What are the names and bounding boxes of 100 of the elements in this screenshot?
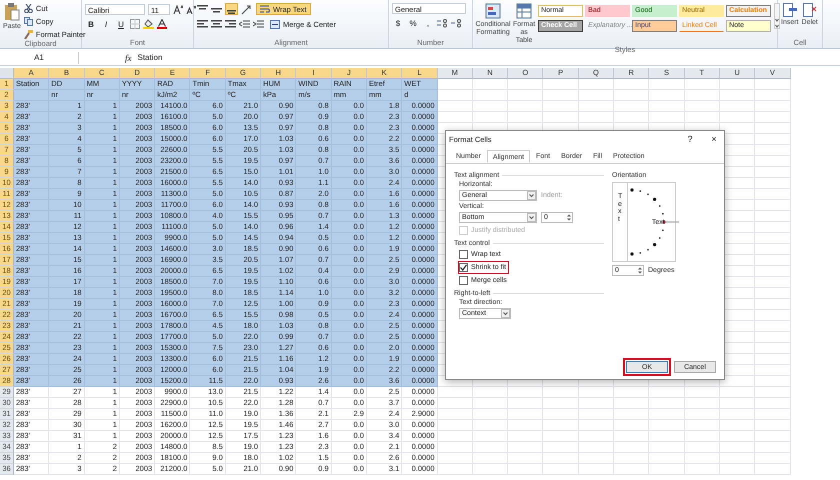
name-box[interactable]: A1 [0,52,79,64]
empty-cell [438,453,473,464]
empty-cell [472,387,508,398]
empty-cell [684,431,720,442]
empty-cell [720,112,756,123]
empty-cell [614,387,650,398]
checkbox[interactable] [459,263,468,272]
text-angle-icon[interactable] [241,4,253,14]
empty-cell [614,442,650,453]
empty-cell [684,442,720,453]
empty-cell [472,420,508,431]
scissors-icon [24,4,33,12]
italic-button[interactable]: I [100,18,112,30]
empty-cell [755,90,791,101]
empty-cell [543,431,579,442]
empty-cell [508,420,544,431]
empty-cell [755,277,791,288]
decrease-indent-icon[interactable] [239,18,250,30]
empty-cell [755,233,791,244]
empty-cell [614,90,650,101]
grow-font-icon[interactable] [173,4,183,14]
empty-cell [472,464,508,475]
empty-cell [720,464,756,475]
help-button[interactable]: ? [683,134,697,144]
align-left-icon[interactable] [197,18,208,30]
checkmark-icon [460,264,467,271]
empty-cell [684,420,720,431]
formula-field[interactable]: Station [138,52,840,64]
empty-cell [755,453,791,464]
empty-cell [755,145,791,156]
spinner-arrows-icon [637,266,643,275]
empty-cell [755,189,791,200]
shrink-font-icon[interactable] [186,4,196,14]
empty-cell [755,398,791,409]
empty-cell [508,464,544,475]
empty-cell [649,420,685,431]
empty-cell [614,431,650,442]
empty-cell [508,90,544,101]
align-center-icon[interactable] [211,18,222,30]
delete-rows-icon [802,3,817,17]
function-label[interactable]: fx [125,53,132,63]
empty-cell [755,409,791,420]
comma-button[interactable]: , [422,18,434,28]
dropdown-arrow-icon [527,191,536,200]
empty-cell [543,420,579,431]
empty-cell [720,398,756,409]
empty-cell [614,409,650,420]
currency-button[interactable]: $ [392,18,404,28]
dropdown-arrow-icon [527,213,536,222]
empty-cell [472,431,508,442]
empty-cell [755,464,791,475]
empty-cell [508,79,544,90]
align-right-icon[interactable] [225,18,236,30]
empty-cell [684,101,720,112]
checkbox[interactable] [459,276,468,285]
empty-cell [755,442,791,453]
bottom-align-button[interactable] [225,3,238,15]
checkbox[interactable] [459,250,468,259]
empty-cell [755,387,791,398]
empty-cell [649,90,685,101]
increase-decimal-icon[interactable] [437,18,448,28]
merge-cells-icon [270,20,280,28]
empty-cell [755,244,791,255]
empty-cell [684,79,720,90]
empty-cell [578,453,614,464]
empty-cell [543,79,579,90]
empty-cell [438,387,473,398]
empty-cell [684,387,720,398]
fill-color-icon[interactable] [143,19,154,29]
empty-cell [508,409,544,420]
dropdown-arrow-icon [501,309,510,318]
copy-icon [24,16,33,26]
underline-button[interactable]: U [115,18,127,30]
empty-cell [755,266,791,277]
border-icon[interactable] [130,19,140,29]
close-button[interactable]: × [707,134,721,144]
empty-cell [438,464,473,475]
empty-cell [649,453,685,464]
empty-cell [508,442,544,453]
empty-cell [614,101,650,112]
empty-cell [755,101,791,112]
empty-cell [614,79,650,90]
increase-indent-icon[interactable] [253,18,264,30]
empty-cell [649,431,685,442]
empty-cell [578,79,614,90]
font-color-icon[interactable] [157,19,167,29]
empty-cell [649,398,685,409]
decrease-decimal-icon[interactable] [451,18,462,28]
empty-cell [578,442,614,453]
empty-cell [614,398,650,409]
percent-button[interactable]: % [407,18,419,28]
empty-cell [543,398,579,409]
bold-button[interactable]: B [85,18,97,30]
empty-cell [684,464,720,475]
empty-cell [755,321,791,332]
clipboard-icon [4,3,20,21]
empty-cell [508,398,544,409]
empty-cell [720,387,756,398]
empty-cell [755,376,791,387]
gallery-scroll-icon[interactable] [774,3,780,29]
